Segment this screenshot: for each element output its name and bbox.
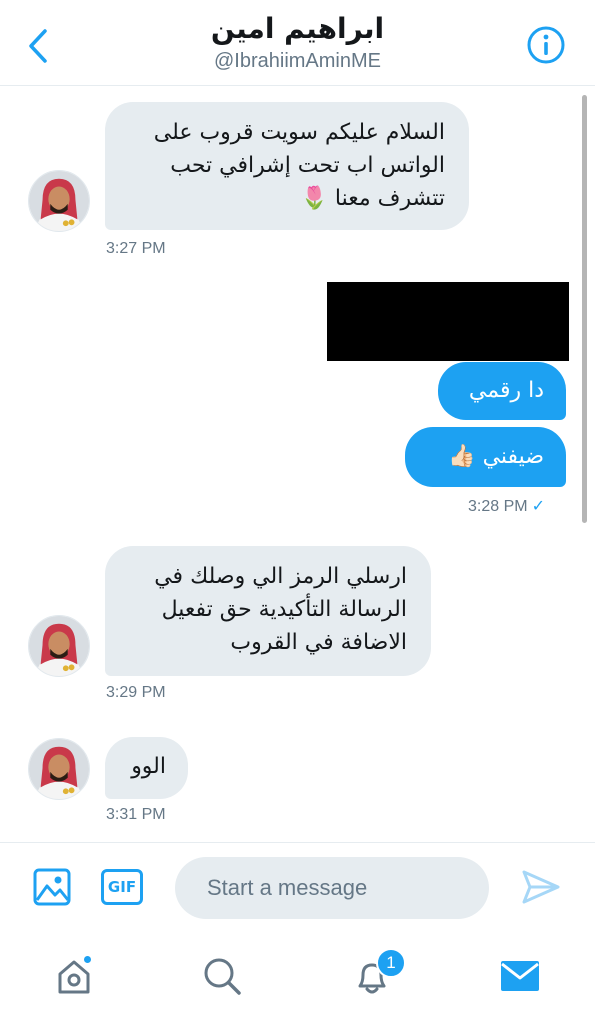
redacted-message [327,282,569,361]
add-gif-button[interactable]: GIF [100,865,144,909]
gif-icon: GIF [101,869,143,905]
image-icon [33,868,71,906]
message-timestamp: 3:28 PM ✓ [468,496,545,516]
message-bubble-incoming: السلام عليكم سويت قروب على الواتس اب تحت… [105,102,469,230]
scrollbar[interactable] [582,95,587,523]
message-bubble-incoming: ارسلي الرمز الي وصلك في الرسالة التأكيدي… [105,546,431,676]
timestamp-text: 3:28 PM [468,498,528,515]
message-composer: GIF [0,842,595,934]
message-bubble-outgoing: دا رقمي [438,362,566,420]
message-timestamp: 3:29 PM [106,684,166,701]
add-photo-button[interactable] [30,865,74,909]
header-title-group: ابراهيم امين @IbrahiimAminME [100,10,495,74]
message-bubble-outgoing: ضيفني 👍🏻 [405,427,566,487]
envelope-icon [501,961,539,991]
tab-messages[interactable] [490,946,550,1006]
tab-home[interactable] [44,946,104,1006]
new-tweets-dot [82,954,93,965]
back-button[interactable] [20,26,56,66]
user-handle: @IbrahiimAminME [213,50,381,72]
avatar-image [29,171,89,231]
page-title: ابراهيم امين [210,12,385,45]
info-icon [527,26,565,64]
info-button[interactable] [525,24,567,66]
search-icon [204,958,241,995]
avatar-image [29,739,89,799]
avatar-image [29,616,89,676]
tab-notifications[interactable]: 1 [342,946,406,1006]
chevron-left-icon [29,29,47,63]
message-bubble-incoming: الوو [105,737,188,799]
avatar[interactable] [28,738,90,800]
message-timestamp: 3:27 PM [106,240,166,257]
notification-badge: 1 [376,948,406,978]
send-button[interactable] [517,865,565,909]
delivered-check-icon: ✓ [531,498,545,515]
message-input[interactable] [175,857,489,919]
avatar[interactable] [28,170,90,232]
send-icon [522,870,560,904]
bottom-tab-bar: 1 [0,934,595,1024]
tab-search[interactable] [192,946,252,1006]
message-timestamp: 3:31 PM [106,806,166,823]
avatar[interactable] [28,615,90,677]
conversation-header: ابراهيم امين @IbrahiimAminME [0,0,595,86]
